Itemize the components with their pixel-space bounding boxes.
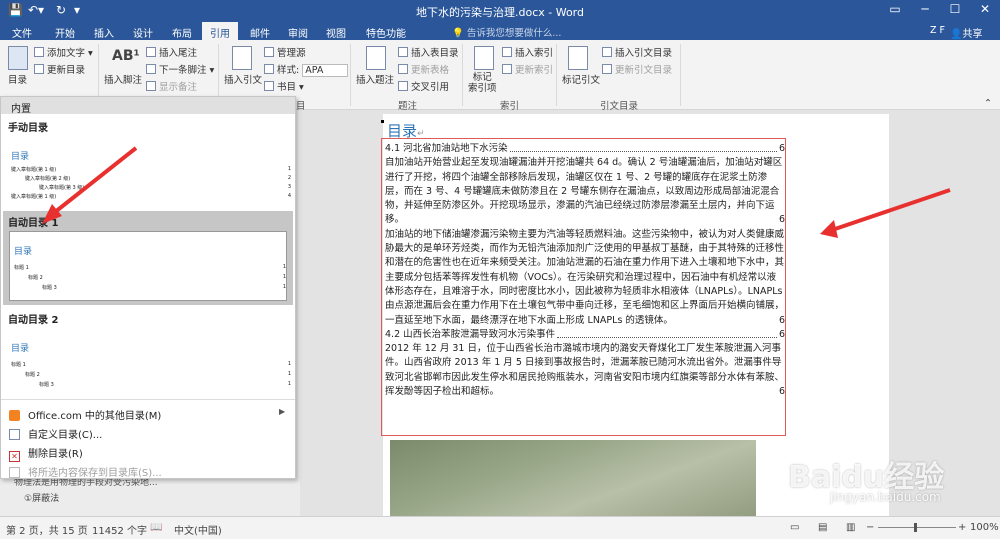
- annotation-arrows: [42, 146, 951, 238]
- print-layout-icon[interactable]: ▤: [818, 522, 827, 533]
- read-mode-icon[interactable]: ▭: [790, 522, 799, 533]
- word-count[interactable]: 11452 个字: [92, 522, 147, 537]
- red-arrow-left: [48, 146, 138, 218]
- red-arrow-right: [831, 188, 951, 232]
- zoom-in-icon[interactable]: +: [958, 522, 966, 533]
- language[interactable]: 中文(中国): [174, 522, 222, 537]
- web-layout-icon[interactable]: ▥: [846, 522, 855, 533]
- arrowhead-icon: [820, 220, 838, 238]
- zoom-level[interactable]: 100%: [970, 522, 999, 533]
- page-count[interactable]: 第 2 页，共 15 页: [6, 522, 88, 537]
- status-bar: 第 2 页，共 15 页 11452 个字 📖 中文(中国) ▭ ▤ ▥ − +…: [0, 516, 1000, 539]
- zoom-slider[interactable]: [878, 527, 956, 528]
- proofing-icon[interactable]: 📖: [150, 522, 162, 533]
- zoom-out-icon[interactable]: −: [866, 522, 874, 533]
- zoom-slider-thumb[interactable]: [914, 523, 917, 532]
